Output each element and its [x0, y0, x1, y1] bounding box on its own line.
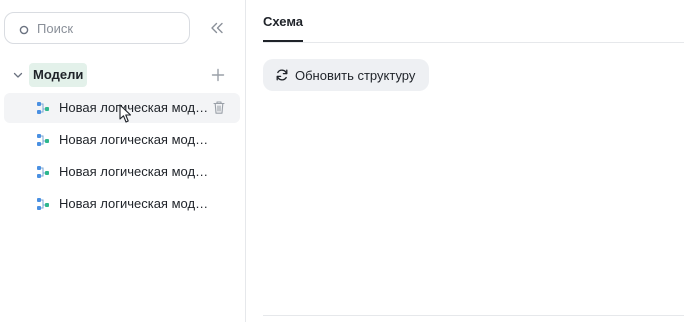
search-input[interactable] [37, 20, 177, 36]
logical-model-icon [36, 101, 50, 115]
double-chevron-left-icon [211, 22, 223, 34]
tab-schema[interactable]: Схема [263, 14, 303, 29]
refresh-icon [275, 68, 289, 82]
add-model-icon[interactable] [211, 68, 225, 82]
tree-item-label: Новая логическая модель [59, 132, 209, 147]
search-field[interactable] [4, 12, 190, 44]
tree-item-label: Новая логическая модель [59, 100, 209, 115]
tree-item-model[interactable]: Новая логическая модель [4, 125, 240, 155]
tab-bar: Схема [263, 0, 684, 43]
tree-item-model[interactable]: Новая логическая модель [4, 93, 240, 123]
logical-model-icon [36, 197, 50, 211]
chevron-down-icon[interactable] [12, 69, 24, 81]
trash-icon[interactable] [212, 100, 226, 115]
search-icon [19, 23, 29, 35]
sidebar: Модели Новая логическая модель [0, 0, 246, 322]
active-tab-indicator [263, 40, 303, 42]
tree-item-model[interactable]: Новая логическая модель [4, 157, 240, 187]
refresh-structure-button[interactable]: Обновить структуру [263, 59, 430, 91]
main-panel: Схема Обновить структуру [247, 0, 684, 322]
logical-model-icon [36, 133, 50, 147]
refresh-button-label: Обновить структуру [295, 67, 416, 83]
tree-item-model[interactable]: Новая логическая модель [4, 189, 240, 219]
tree-root-models[interactable]: Модели [0, 62, 240, 88]
tree-item-label: Новая логическая модель [59, 164, 209, 179]
divider [263, 315, 684, 316]
tree-root-label: Модели [29, 63, 88, 87]
collapse-sidebar-button[interactable] [208, 19, 226, 37]
logical-model-icon [36, 165, 50, 179]
tree-item-label: Новая логическая модель [59, 196, 209, 211]
